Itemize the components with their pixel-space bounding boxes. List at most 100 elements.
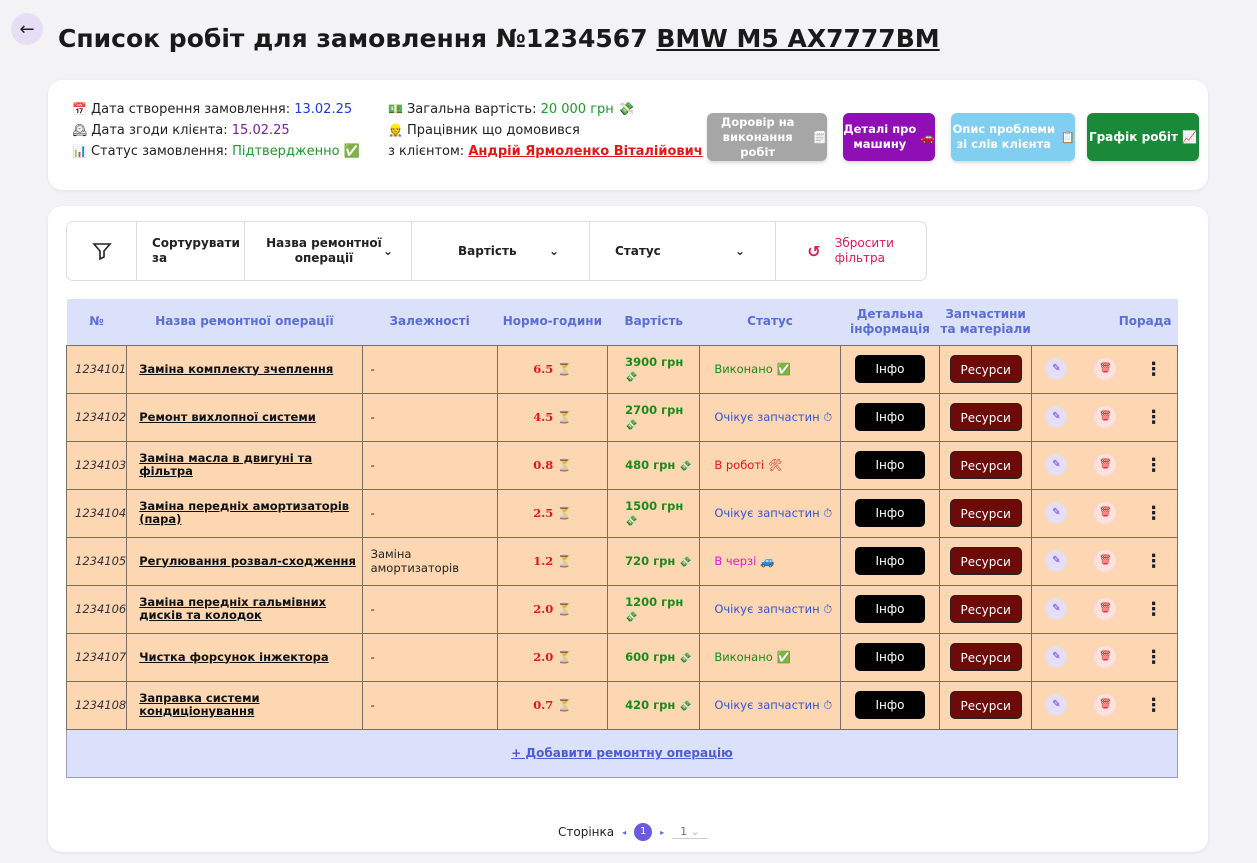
chevron-down-icon: ⌄ [548,244,559,258]
edit-icon[interactable]: ✎ [1045,598,1068,620]
row-hours-value: 0.7 [533,698,554,712]
info-button[interactable]: Інфо [855,643,926,671]
more-vertical-icon[interactable]: ⋮ [1145,647,1163,668]
chart-icon: 📊 [72,144,87,158]
page-size-select[interactable]: 1 ⌄ [672,825,709,839]
info-button[interactable]: Інфо [855,691,926,719]
problem-description-button[interactable]: Опис проблеми зі слів клієнта 📋 [951,113,1075,161]
row-cost-value: 720 грн [625,554,676,568]
row-name-link[interactable]: Заправка системи кондиціонування [126,680,363,730]
row-name-link[interactable]: Заміна комплекту зчеплення [126,344,363,394]
more-vertical-icon[interactable]: ⋮ [1145,455,1163,476]
prev-page-icon[interactable]: ◂ [622,828,626,837]
trash-icon[interactable]: 🗑 [1094,550,1117,572]
row-status: Виконано ✅ [699,344,841,394]
edit-icon[interactable]: ✎ [1045,550,1068,572]
info-button[interactable]: Інфо [855,355,926,383]
trash-icon[interactable]: 🗑 [1094,454,1117,476]
trash-icon[interactable]: 🗑 [1094,502,1117,524]
resources-button[interactable]: Ресурси [949,403,1022,431]
created-label: Дата створення замовлення: [90,102,291,117]
edit-icon[interactable]: ✎ [1045,646,1068,668]
created-value: 13.02.25 [294,102,353,117]
resources-button[interactable]: Ресурси [949,643,1022,671]
more-vertical-icon[interactable]: ⋮ [1145,359,1163,380]
reset-filters-button[interactable]: ↺ Збросити фільтра [776,222,926,280]
current-page[interactable]: 1 [634,823,653,841]
row-hours: 4.5 ⏳ [496,392,609,442]
edit-icon[interactable]: ✎ [1045,358,1068,380]
status-filter-dropdown[interactable]: Статус ⌄ [590,222,776,280]
more-vertical-icon[interactable]: ⋮ [1145,551,1163,572]
car-details-button-label: Деталі про машину [843,122,917,151]
row-name-link[interactable]: Регулювання розвал-сходження [126,536,363,586]
sort-label: Сортурувати за [137,222,245,280]
row-more-cell: ⋮ [1130,632,1179,682]
filter-icon[interactable] [67,222,137,280]
resources-button[interactable]: Ресурси [949,499,1022,527]
back-button[interactable]: ← [11,13,43,45]
more-vertical-icon[interactable]: ⋮ [1145,695,1163,716]
row-info-cell: Інфо [839,536,941,586]
money-wings-icon: 💸 [625,516,638,527]
resources-button[interactable]: Ресурси [949,355,1022,383]
trash-icon[interactable]: 🗑 [1094,358,1117,380]
add-operation-link[interactable]: + Добавити ремонтну операцію [511,746,733,760]
row-name-link[interactable]: Заміна масла в двигуні та фільтра [126,440,363,490]
trash-icon[interactable]: 🗑 [1094,694,1117,716]
hourglass-icon: ⏳ [557,554,572,568]
info-button[interactable]: Інфо [855,547,926,575]
page-title: Список робіт для замовлення №1234567 BMW… [58,24,940,53]
row-name-link[interactable]: Чистка форсунок інжектора [126,632,363,682]
info-button[interactable]: Інфо [855,595,926,623]
cost-filter-dropdown[interactable]: Вартість ⌄ [412,222,590,280]
more-vertical-icon[interactable]: ⋮ [1145,503,1163,524]
row-info-cell: Інфо [839,632,941,682]
info-button[interactable]: Інфо [855,403,926,431]
edit-icon[interactable]: ✎ [1045,694,1068,716]
info-button[interactable]: Інфо [855,499,926,527]
table-row: 1234102 Ремонт вихлопної системи - 4.5 ⏳… [65,392,1179,442]
col-advice: Порада [1031,299,1178,345]
worker-link[interactable]: Андрій Ярмоленко Віталійович [468,144,702,159]
row-more-cell: ⋮ [1130,584,1179,634]
car-details-button[interactable]: Деталі про машину 🚗 [843,113,935,161]
row-name-link[interactable]: Ремонт вихлопної системи [126,392,363,442]
trash-icon[interactable]: 🗑 [1094,406,1117,428]
row-hours: 2.5 ⏳ [496,488,609,538]
row-status: Очікує запчастин ⏱ [699,488,841,538]
work-schedule-button[interactable]: Графік робіт 📈 [1087,113,1199,161]
resources-button[interactable]: Ресурси [949,547,1022,575]
row-edit-cell: ✎ [1031,488,1081,538]
resources-button[interactable]: Ресурси [949,691,1022,719]
tools-icon: 🛠 [767,458,783,472]
info-button[interactable]: Інфо [855,451,926,479]
col-status: Статус [699,299,841,345]
next-page-icon[interactable]: ▸ [660,828,664,837]
row-num: 1234108 [65,680,128,730]
worker-label: Працівник що домовився [406,123,580,138]
more-vertical-icon[interactable]: ⋮ [1145,407,1163,428]
edit-icon[interactable]: ✎ [1045,406,1068,428]
contract-button[interactable]: Доровір на виконання робіт 🗒 [707,113,827,161]
trash-icon[interactable]: 🗑 [1094,598,1117,620]
row-hours-value: 2.0 [533,650,554,664]
row-num: 1234107 [65,632,128,682]
trash-icon[interactable]: 🗑 [1094,646,1117,668]
hourglass-icon: ⏳ [557,410,572,424]
row-deps: - [361,440,498,490]
resources-button[interactable]: Ресурси [949,451,1022,479]
car-link[interactable]: BMW M5 AX7777BM [656,24,939,53]
hourglass-icon: ⏳ [557,698,572,712]
row-num: 1234106 [65,584,128,634]
row-res-cell: Ресурси [939,680,1032,730]
resources-button[interactable]: Ресурси [949,595,1022,623]
edit-icon[interactable]: ✎ [1045,454,1068,476]
edit-icon[interactable]: ✎ [1045,502,1068,524]
row-info-cell: Інфо [839,680,941,730]
row-delete-cell: 🗑 [1080,680,1131,730]
row-name-link[interactable]: Заміна передніх гальмівних дисків та кол… [126,584,363,634]
more-vertical-icon[interactable]: ⋮ [1145,599,1163,620]
name-filter-dropdown[interactable]: Назва ремонтної операції ⌄ [245,222,412,280]
row-name-link[interactable]: Заміна передніх амортизаторів (пара) [126,488,363,538]
